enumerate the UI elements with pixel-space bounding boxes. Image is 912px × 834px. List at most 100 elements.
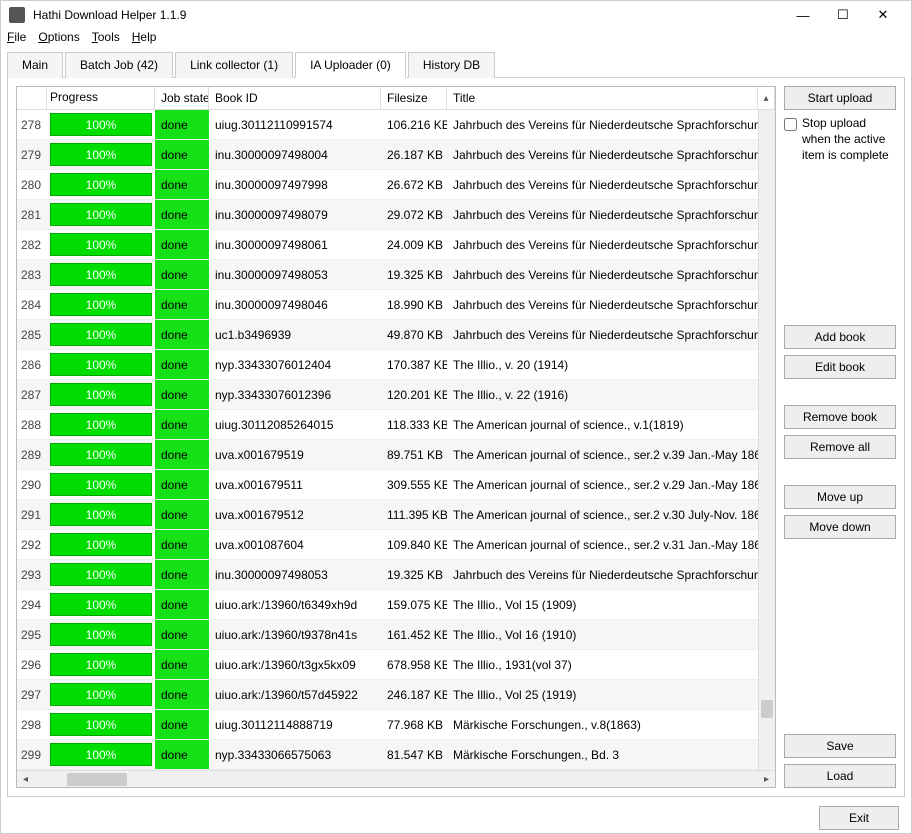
col-title-header[interactable]: Title	[447, 87, 758, 109]
table-row[interactable]: 291100%doneuva.x001679512111.395 KBThe A…	[17, 500, 758, 530]
menu-options[interactable]: Options	[38, 30, 79, 44]
table-row[interactable]: 292100%doneuva.x001087604109.840 KBThe A…	[17, 530, 758, 560]
progress-cell: 100%	[47, 620, 155, 649]
job-state-cell: done	[155, 230, 209, 259]
table-row[interactable]: 289100%doneuva.x00167951989.751 KBThe Am…	[17, 440, 758, 470]
progress-cell: 100%	[47, 710, 155, 739]
filesize-cell: 246.187 KB	[381, 680, 447, 709]
job-state-cell: done	[155, 530, 209, 559]
table-row[interactable]: 279100%doneinu.3000009749800426.187 KBJa…	[17, 140, 758, 170]
stop-upload-checkbox[interactable]	[784, 118, 797, 131]
start-upload-button[interactable]: Start upload	[784, 86, 896, 110]
table-row[interactable]: 280100%doneinu.3000009749799826.672 KBJa…	[17, 170, 758, 200]
save-button[interactable]: Save	[784, 734, 896, 758]
scroll-up-icon[interactable]: ▴	[758, 87, 775, 109]
move-up-button[interactable]: Move up	[784, 485, 896, 509]
row-number: 296	[17, 650, 47, 679]
progress-bar: 100%	[50, 683, 152, 706]
tab-link-collector[interactable]: Link collector (1)	[175, 52, 293, 78]
hscroll-right-icon[interactable]: ▸	[758, 771, 775, 788]
menu-help[interactable]: Help	[132, 30, 157, 44]
menu-file[interactable]: File	[7, 30, 26, 44]
job-state-cell: done	[155, 650, 209, 679]
menubar: File Options Tools Help	[1, 29, 911, 45]
book-id-cell: uiuo.ark:/13960/t57d45922	[209, 680, 381, 709]
table-row[interactable]: 288100%doneuiug.30112085264015118.333 KB…	[17, 410, 758, 440]
job-state-cell: done	[155, 740, 209, 769]
table-row[interactable]: 284100%doneinu.3000009749804618.990 KBJa…	[17, 290, 758, 320]
filesize-cell: 24.009 KB	[381, 230, 447, 259]
horizontal-scrollbar[interactable]: ◂ ▸	[17, 770, 775, 787]
tab-history-db[interactable]: History DB	[408, 52, 495, 78]
progress-bar: 100%	[50, 623, 152, 646]
table-row[interactable]: 283100%doneinu.3000009749805319.325 KBJa…	[17, 260, 758, 290]
row-number: 279	[17, 140, 47, 169]
table-row[interactable]: 281100%doneinu.3000009749807929.072 KBJa…	[17, 200, 758, 230]
remove-all-button[interactable]: Remove all	[784, 435, 896, 459]
maximize-button[interactable]: ☐	[823, 1, 863, 29]
job-state-cell: done	[155, 380, 209, 409]
filesize-cell: 81.547 KB	[381, 740, 447, 769]
job-state-cell: done	[155, 470, 209, 499]
hscroll-thumb[interactable]	[67, 773, 127, 786]
table-row[interactable]: 298100%doneuiug.3011211488871977.968 KBM…	[17, 710, 758, 740]
col-state-header[interactable]: Job state	[155, 87, 209, 109]
job-state-cell: done	[155, 290, 209, 319]
table-row[interactable]: 286100%donenyp.33433076012404170.387 KBT…	[17, 350, 758, 380]
remove-book-button[interactable]: Remove book	[784, 405, 896, 429]
col-progress-header[interactable]: Progress	[47, 87, 155, 109]
title-cell: The Illio., v. 20 (1914)	[447, 350, 758, 379]
table-row[interactable]: 297100%doneuiuo.ark:/13960/t57d45922246.…	[17, 680, 758, 710]
title-cell: The Illio., v. 22 (1916)	[447, 380, 758, 409]
col-size-header[interactable]: Filesize	[381, 87, 447, 109]
edit-book-button[interactable]: Edit book	[784, 355, 896, 379]
book-id-cell: uva.x001679519	[209, 440, 381, 469]
exit-button[interactable]: Exit	[819, 806, 899, 830]
menu-tools[interactable]: Tools	[92, 30, 120, 44]
table-row[interactable]: 294100%doneuiuo.ark:/13960/t6349xh9d159.…	[17, 590, 758, 620]
table-row[interactable]: 287100%donenyp.33433076012396120.201 KBT…	[17, 380, 758, 410]
col-book-header[interactable]: Book ID	[209, 87, 381, 109]
title-cell: Jahrbuch des Vereins für Niederdeutsche …	[447, 320, 758, 349]
add-book-button[interactable]: Add book	[784, 325, 896, 349]
table-row[interactable]: 278100%doneuiug.30112110991574106.216 KB…	[17, 110, 758, 140]
job-state-cell: done	[155, 170, 209, 199]
close-button[interactable]: ✕	[863, 1, 903, 29]
progress-cell: 100%	[47, 440, 155, 469]
table-row[interactable]: 282100%doneinu.3000009749806124.009 KBJa…	[17, 230, 758, 260]
move-down-button[interactable]: Move down	[784, 515, 896, 539]
filesize-cell: 18.990 KB	[381, 290, 447, 319]
filesize-cell: 678.958 KB	[381, 650, 447, 679]
tab-batch-job[interactable]: Batch Job (42)	[65, 52, 173, 78]
filesize-cell: 111.395 KB	[381, 500, 447, 529]
progress-cell: 100%	[47, 320, 155, 349]
progress-bar: 100%	[50, 413, 152, 436]
tab-main[interactable]: Main	[7, 52, 63, 78]
table-row[interactable]: 285100%doneuc1.b349693949.870 KBJahrbuch…	[17, 320, 758, 350]
table-row[interactable]: 296100%doneuiuo.ark:/13960/t3gx5kx09678.…	[17, 650, 758, 680]
table-body[interactable]: 278100%doneuiug.30112110991574106.216 KB…	[17, 110, 758, 770]
title-cell: Jahrbuch des Vereins für Niederdeutsche …	[447, 110, 758, 139]
table-row[interactable]: 295100%doneuiuo.ark:/13960/t9378n41s161.…	[17, 620, 758, 650]
footer: Exit	[1, 803, 911, 833]
progress-cell: 100%	[47, 470, 155, 499]
tab-ia-uploader[interactable]: IA Uploader (0)	[295, 52, 406, 78]
hscroll-left-icon[interactable]: ◂	[17, 771, 34, 788]
table-row[interactable]: 299100%donenyp.3343306657506381.547 KBMä…	[17, 740, 758, 770]
minimize-button[interactable]: —	[783, 1, 823, 29]
load-button[interactable]: Load	[784, 764, 896, 788]
vertical-scrollbar[interactable]	[758, 110, 775, 770]
title-cell: The American journal of science., ser.2 …	[447, 530, 758, 559]
vscroll-thumb[interactable]	[761, 700, 773, 718]
book-id-cell: uc1.b3496939	[209, 320, 381, 349]
stop-upload-checkbox-row[interactable]: Stop upload when the active item is comp…	[784, 116, 896, 163]
progress-bar: 100%	[50, 473, 152, 496]
col-num-header[interactable]	[17, 87, 47, 109]
book-id-cell: uiug.30112114888719	[209, 710, 381, 739]
progress-cell: 100%	[47, 200, 155, 229]
job-state-cell: done	[155, 350, 209, 379]
table-row[interactable]: 293100%doneinu.3000009749805319.325 KBJa…	[17, 560, 758, 590]
book-id-cell: uva.x001087604	[209, 530, 381, 559]
table-row[interactable]: 290100%doneuva.x001679511309.555 KBThe A…	[17, 470, 758, 500]
app-window: Hathi Download Helper 1.1.9 — ☐ ✕ File O…	[0, 0, 912, 834]
